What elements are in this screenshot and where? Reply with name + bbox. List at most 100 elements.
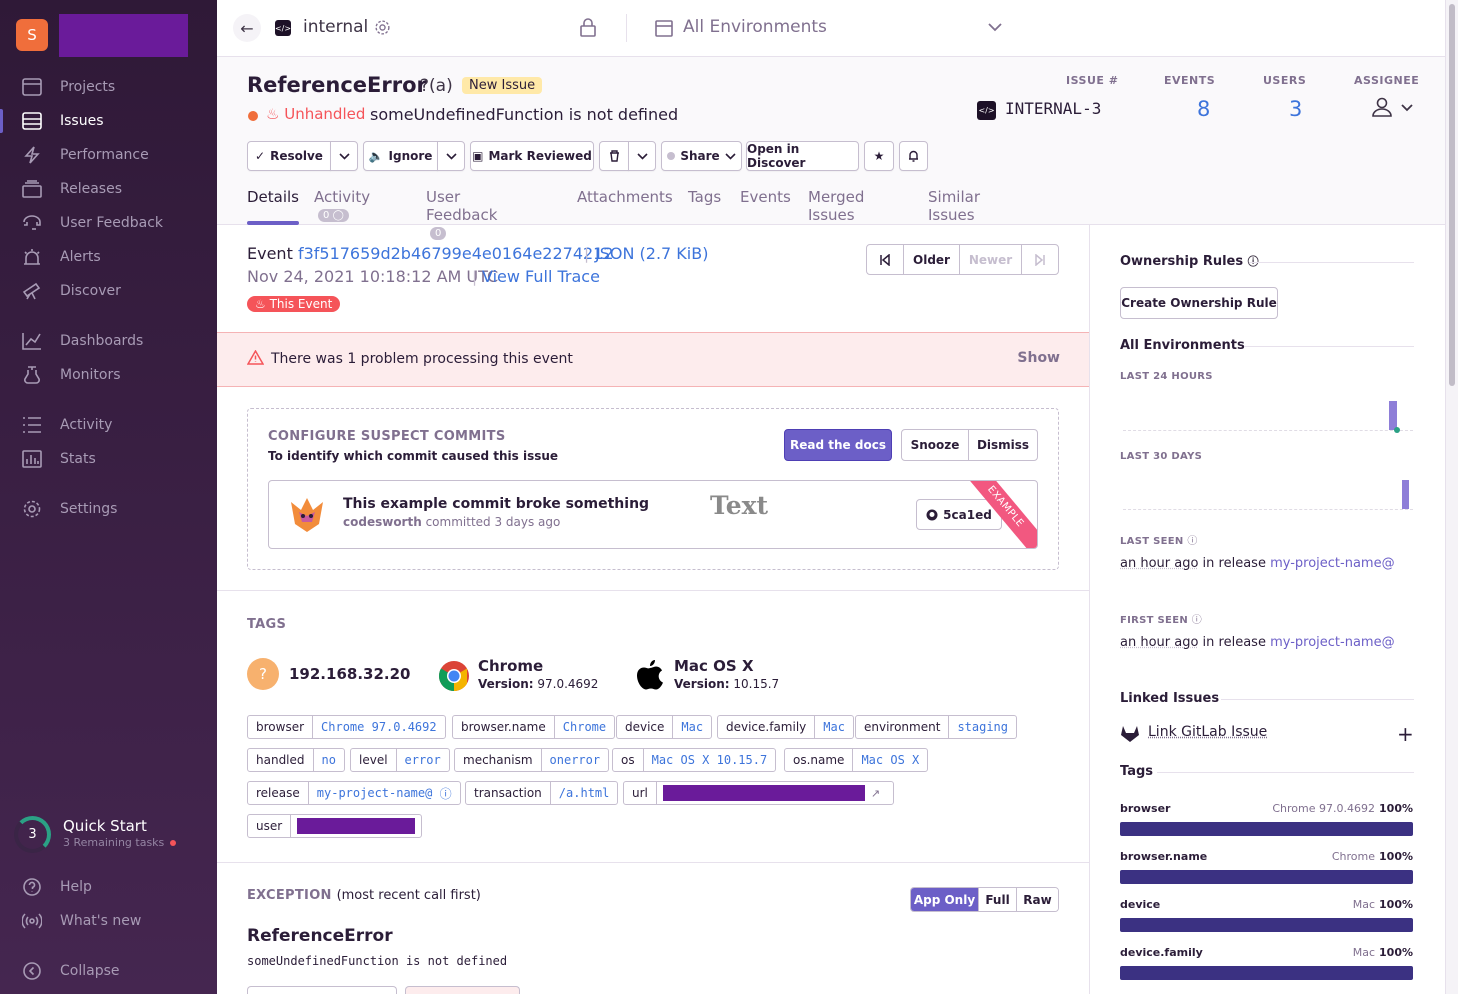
full-button[interactable]: Full [979, 888, 1017, 911]
sidebar-item-whats-new[interactable]: What's new [0, 907, 217, 935]
chevron-down-icon[interactable] [987, 20, 1003, 34]
users-count[interactable]: 3 [1289, 97, 1302, 121]
tab-similar-issues[interactable]: Similar Issues [928, 188, 980, 225]
quick-start-title[interactable]: Quick Start [63, 817, 147, 835]
sidebar-item-monitors[interactable]: Monitors [0, 361, 217, 389]
info-icon[interactable]: ⓘ [440, 785, 452, 802]
os-name: Mac OS X [674, 657, 754, 675]
sidebar-item-stats[interactable]: Stats [0, 445, 217, 473]
create-ownership-rule-button[interactable]: Create Ownership Rule [1120, 287, 1278, 319]
sidebar-item-issues[interactable]: Issues [0, 107, 217, 135]
tag-pill[interactable]: os Mac OS X 10.15.7 [612, 748, 777, 772]
tag-pill[interactable]: device.family Mac [717, 715, 854, 739]
tag-pill[interactable]: transaction/a.html [465, 781, 619, 805]
sidebar-item-discover[interactable]: Discover [0, 277, 217, 305]
release-link[interactable]: my-project-name@ [1270, 556, 1395, 571]
tag-pill[interactable]: browser.name Chrome [452, 715, 616, 739]
ignore-dropdown[interactable] [437, 141, 465, 171]
tab-events[interactable]: Events [740, 188, 791, 225]
raw-button[interactable]: Raw [1017, 888, 1058, 911]
tag-distribution-bar[interactable] [1120, 966, 1413, 980]
event-heading: Event f3f517659d2b46799e4e0164e2274212 [247, 244, 614, 263]
tag-pill[interactable]: user [247, 814, 422, 838]
sidebar-item-projects[interactable]: Projects [0, 73, 217, 101]
sidebar-collapse[interactable]: Collapse [0, 957, 217, 985]
external-link-icon[interactable]: ↗ [871, 787, 880, 800]
chart-baseline [1123, 430, 1413, 431]
sidebar-item-settings[interactable]: Settings [0, 495, 217, 523]
tab-user-feedback[interactable]: User Feedback0 [426, 188, 497, 240]
tag-pill[interactable]: handled no [247, 748, 345, 772]
older-button[interactable]: Older [904, 245, 960, 274]
assignee-selector[interactable] [1371, 97, 1413, 117]
view-full-trace-link[interactable]: View Full Trace [482, 267, 600, 286]
back-button[interactable]: ← [233, 14, 261, 42]
delete-dropdown[interactable] [628, 141, 656, 171]
gear-icon [22, 500, 42, 518]
scrollbar-thumb[interactable] [1449, 4, 1455, 386]
chart-bar[interactable] [1389, 401, 1397, 430]
sidebar-item-activity[interactable]: Activity [0, 411, 217, 439]
share-button[interactable]: Share [661, 141, 742, 171]
sidebar-item-dashboards[interactable]: Dashboards [0, 327, 217, 355]
sidebar-item-label: Projects [60, 79, 116, 95]
quick-start-progress[interactable]: 3 [14, 816, 51, 853]
tag-distribution-bar[interactable] [1120, 918, 1413, 932]
sidebar-item-help[interactable]: Help [0, 873, 217, 901]
show-errors-button[interactable]: Show [1017, 350, 1060, 366]
org-name-redacted[interactable] [59, 14, 188, 57]
mark-reviewed-button[interactable]: ▣ Mark Reviewed [470, 141, 594, 171]
resolve-dropdown[interactable] [330, 141, 358, 171]
read-the-docs-button[interactable]: Read the docs [784, 429, 892, 461]
tag-pill[interactable]: url ↗ [623, 781, 894, 805]
delete-button[interactable] [599, 141, 629, 171]
newest-button[interactable] [1022, 245, 1058, 274]
tag-pill[interactable]: release my-project-name@ ⓘ [247, 781, 461, 805]
json-link[interactable]: JSON (2.7 KiB) [595, 244, 708, 263]
tag-pill[interactable]: browser Chrome 97.0.4692 [247, 715, 446, 739]
open-in-discover-button[interactable]: Open in Discover [746, 141, 859, 171]
question-icon[interactable]: ⓘ [1192, 615, 1202, 626]
tag-distribution-bar[interactable] [1120, 870, 1413, 884]
sidebar-item-user-feedback[interactable]: User Feedback [0, 209, 217, 237]
subscribe-button[interactable] [899, 141, 928, 171]
tab-attachments[interactable]: Attachments [577, 188, 673, 225]
project-settings-button[interactable] [374, 19, 391, 36]
tag-pill[interactable]: environment staging [855, 715, 1018, 739]
event-id-link[interactable]: f3f517659d2b46799e4e0164e2274212 [298, 244, 614, 263]
snooze-button[interactable]: Snooze [901, 429, 969, 461]
tab-tags[interactable]: Tags [688, 188, 721, 225]
add-icon[interactable]: + [1397, 724, 1414, 744]
tag-pill[interactable]: device Mac [616, 715, 713, 739]
issue-short-id[interactable]: INTERNAL-3 [1005, 99, 1101, 118]
sidebar-item-performance[interactable]: Performance [0, 141, 217, 169]
sidebar-item-alerts[interactable]: Alerts [0, 243, 217, 271]
releases-icon [22, 180, 42, 198]
scrollbar[interactable] [1445, 0, 1458, 994]
tag-pill[interactable]: mechanism onerror [454, 748, 610, 772]
oldest-button[interactable] [867, 245, 904, 274]
question-icon[interactable]: ⓘ [1187, 536, 1197, 547]
bookmark-button[interactable]: ★ [864, 141, 894, 171]
app-only-button[interactable]: App Only [911, 888, 979, 911]
ignore-button[interactable]: 🔈 Ignore [363, 141, 438, 171]
resolve-button[interactable]: ✓ Resolve [247, 141, 331, 171]
environment-selector[interactable]: All Environments [683, 17, 827, 37]
chart-bar[interactable] [1402, 480, 1409, 509]
org-avatar[interactable]: S [16, 19, 48, 51]
sidebar-item-releases[interactable]: Releases [0, 175, 217, 203]
tab-activity[interactable]: Activity0 ◯ [314, 188, 370, 225]
release-marker[interactable] [1394, 427, 1400, 433]
tab-merged-issues[interactable]: Merged Issues [808, 188, 864, 225]
tab-details[interactable]: Details [247, 188, 300, 225]
link-gitlab-issue[interactable]: Link GitLab Issue [1148, 724, 1267, 740]
dismiss-button[interactable]: Dismiss [968, 429, 1038, 461]
events-count[interactable]: 8 [1197, 97, 1210, 121]
release-link[interactable]: my-project-name@ [1270, 635, 1395, 650]
project-name[interactable]: internal [303, 17, 368, 37]
tag-distribution-bar[interactable] [1120, 822, 1413, 836]
newer-button[interactable]: Newer [960, 245, 1022, 274]
context-os: Mac OS X Version: 10.15.7 [634, 657, 804, 694]
tag-pill[interactable]: level error [350, 748, 450, 772]
tag-pill[interactable]: os.name Mac OS X [784, 748, 929, 772]
